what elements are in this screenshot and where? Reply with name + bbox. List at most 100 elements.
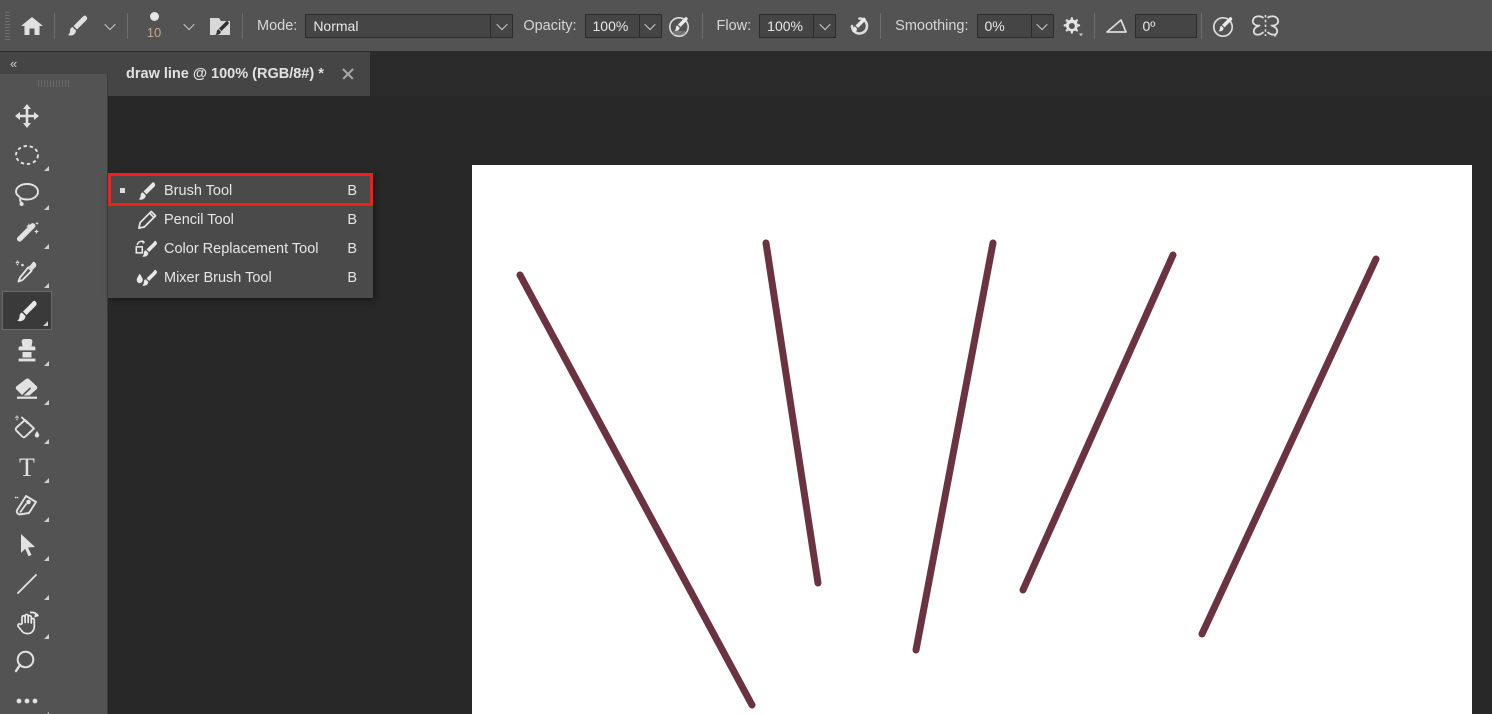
brush-size-caret[interactable]	[176, 14, 202, 38]
flyout-item-mixer-brush-tool[interactable]: Mixer Brush Tool B	[108, 263, 373, 292]
brush-angle-input[interactable]: 0º	[1134, 13, 1197, 38]
eraser-tool-icon	[13, 376, 41, 402]
brush-size-indicator[interactable]: 10	[132, 1, 176, 51]
flyout-item-brush-tool[interactable]: Brush Tool B	[108, 176, 373, 205]
document-tab[interactable]: draw line @ 100% (RGB/8#) *	[108, 52, 371, 96]
close-icon[interactable]	[340, 66, 356, 82]
separator	[701, 12, 703, 39]
flyout-triangle-icon	[43, 321, 48, 326]
flow-field-group[interactable]: 100%	[759, 13, 837, 38]
airbrush-icon	[841, 14, 871, 38]
mode-select[interactable]: Normal	[305, 13, 514, 38]
tool-gradient[interactable]	[2, 408, 52, 447]
flyout-item-label: Brush Tool	[164, 182, 233, 199]
ellipsis-icon	[13, 693, 41, 709]
image-canvas[interactable]	[472, 165, 1472, 714]
separator	[1093, 12, 1095, 39]
symmetry-button[interactable]	[1244, 6, 1286, 46]
smoothing-input[interactable]: 0%	[976, 13, 1032, 38]
opacity-input[interactable]: 100%	[584, 13, 640, 38]
clone-stamp-tool-icon	[13, 336, 41, 364]
flyout-triangle-icon	[44, 166, 49, 171]
pressure-opacity-button[interactable]	[662, 6, 698, 46]
flyout-item-label: Mixer Brush Tool	[164, 269, 272, 286]
svg-text:T: T	[19, 453, 35, 481]
brush-angle-icon	[1104, 14, 1130, 38]
paint-bucket-tool-icon	[13, 414, 41, 442]
flyout-item-shortcut: B	[347, 182, 357, 199]
brush-tool-flyout-menu[interactable]: Brush Tool B Pencil Tool B Color Replace…	[108, 173, 373, 298]
flow-input[interactable]: 100%	[759, 13, 815, 38]
pressure-size-button[interactable]	[1206, 6, 1244, 46]
smoothing-options-button[interactable]	[1054, 6, 1090, 46]
brush-size-dot-icon	[149, 11, 159, 21]
stroke-3	[912, 239, 997, 654]
tool-pen[interactable]	[2, 486, 52, 525]
separator	[880, 12, 882, 39]
flyout-triangle-icon	[44, 439, 49, 444]
chevron-down-icon	[1036, 18, 1048, 30]
tool-eyedropper[interactable]	[2, 252, 52, 291]
flyout-triangle-icon	[44, 361, 49, 366]
smoothing-caret[interactable]	[1031, 13, 1054, 38]
tool-hand[interactable]	[2, 603, 52, 642]
tool-clone-stamp[interactable]	[2, 330, 52, 369]
type-tool-icon: T	[13, 453, 41, 481]
airbrush-button[interactable]	[836, 6, 876, 46]
brush-size-value: 10	[146, 24, 162, 40]
stroke-1	[516, 271, 756, 709]
flyout-item-pencil-tool[interactable]: Pencil Tool B	[108, 205, 373, 234]
tool-panel-collapse-button[interactable]: «	[0, 52, 108, 74]
separator	[242, 12, 243, 39]
tool-lasso[interactable]	[2, 174, 52, 213]
active-tool-bullet-icon	[114, 188, 130, 193]
brush-angle-button[interactable]	[1099, 6, 1135, 46]
zoom-tool-icon	[13, 648, 41, 676]
flyout-item-color-replacement-tool[interactable]: Color Replacement Tool B	[108, 234, 373, 263]
flyout-item-label: Color Replacement Tool	[164, 240, 319, 257]
brush-preset-caret[interactable]	[97, 14, 123, 38]
tool-move[interactable]	[2, 96, 52, 135]
smoothing-field-group[interactable]: 0%	[976, 13, 1054, 38]
flyout-item-shortcut: B	[347, 269, 357, 286]
stroke-2	[762, 239, 822, 587]
hand-tool-icon	[13, 609, 41, 637]
flow-caret[interactable]	[814, 13, 837, 38]
tool-magic-wand[interactable]	[2, 213, 52, 252]
mode-caret[interactable]	[491, 13, 514, 38]
document-tab-bar: draw line @ 100% (RGB/8#) *	[108, 52, 1492, 96]
lasso-tool-icon	[13, 180, 41, 208]
panel-grip-icon[interactable]	[0, 74, 107, 92]
tool-eraser[interactable]	[2, 369, 52, 408]
tool-more[interactable]	[2, 681, 52, 714]
stroke-5	[1198, 255, 1380, 638]
tool-brush[interactable]	[2, 291, 52, 330]
tool-type[interactable]: T	[2, 447, 52, 486]
opacity-field-group[interactable]: 100%	[584, 13, 662, 38]
brush-preset-picker[interactable]	[59, 6, 97, 46]
opacity-caret[interactable]	[639, 13, 662, 38]
chevron-down-icon	[104, 18, 116, 30]
tool-path-selection[interactable]	[2, 525, 52, 564]
mode-label: Mode:	[257, 17, 298, 34]
photoshop-window: 10 Mode: Normal Opacity: 100% Flow: 100%…	[0, 0, 1492, 714]
tool-panel: T	[0, 74, 108, 714]
home-button[interactable]	[14, 6, 50, 46]
tool-zoom[interactable]	[2, 642, 52, 681]
flyout-item-shortcut: B	[347, 211, 357, 228]
color-replacement-tool-icon	[130, 237, 164, 261]
gear-icon	[1059, 14, 1085, 38]
tool-line[interactable]	[2, 564, 52, 603]
document-tab-title: draw line @ 100% (RGB/8#) *	[126, 66, 324, 82]
pencil-tool-icon	[130, 208, 164, 232]
chevron-down-icon	[496, 18, 508, 30]
options-bar-grip	[0, 0, 14, 52]
flyout-triangle-icon	[44, 634, 49, 639]
brush-settings-panel-button[interactable]	[202, 6, 238, 46]
flyout-item-label: Pencil Tool	[164, 211, 234, 228]
brush-tool-icon	[13, 297, 41, 325]
tool-elliptical-marquee[interactable]	[2, 135, 52, 174]
flow-label: Flow:	[716, 17, 752, 34]
mode-value: Normal	[305, 13, 492, 38]
separator	[54, 12, 55, 39]
